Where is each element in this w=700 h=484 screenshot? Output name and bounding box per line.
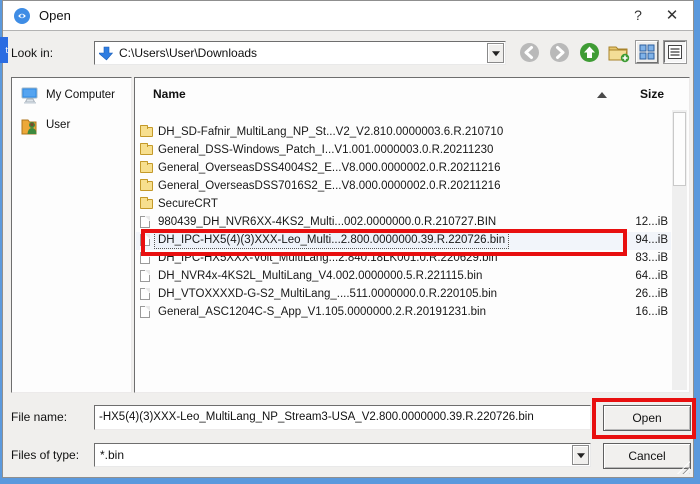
column-header-name[interactable]: Name [153,87,186,101]
file-row-name: SecureCRT [158,198,218,210]
folder-icon [140,197,153,209]
file-row[interactable]: DH_VTOXXXXD-G-S2_MultiLang_....511.00000… [136,286,671,304]
file-row[interactable]: DH_IPC-HX5XXX-Volt_MultiLang...2.840.18L… [136,250,671,268]
list-view-icon [668,45,682,59]
path-down-arrow-icon [97,46,114,66]
look-in-combobox[interactable]: C:\Users\User\Downloads [94,41,506,65]
folder-icon [140,143,153,155]
file-row-size: 94...iB [635,234,668,246]
folder-icon [140,179,153,191]
up-folder-icon[interactable] [579,42,600,63]
file-row-name: General_OverseasDSS4004S2_E...V8.000.000… [158,162,501,174]
cancel-button[interactable]: Cancel [603,443,691,469]
file-row[interactable]: DH_SD-Fafnir_MultiLang_NP_St...V2_V2.810… [136,124,671,142]
file-row-name: DH_IPC-HX5(4)(3)XXX-Leo_Multi...2.800.00… [153,232,510,249]
file-list-panel: Name Size DH_SD-Fafnir_MultiLang_NP_St..… [134,77,690,393]
open-dialog: Open ? ✕ Look in: C:\Users\User\Download… [2,0,694,478]
titlebar[interactable]: Open ? ✕ [3,1,693,31]
folder-icon [140,161,153,173]
close-icon[interactable]: ✕ [657,1,687,30]
detail-view-button[interactable] [664,41,686,63]
look-in-dropdown-button[interactable] [487,43,504,63]
icon-view-button[interactable] [636,41,658,63]
open-button[interactable]: Open [603,405,691,431]
vertical-scrollbar[interactable] [672,110,687,390]
file-row-name: General_DSS-Windows_Patch_I...V1.001.000… [158,144,494,156]
file-row[interactable]: General_OverseasDSS7016S2_E...V8.000.000… [136,178,671,196]
window-title: Open [39,8,71,23]
file-row[interactable]: General_OverseasDSS4004S2_E...V8.000.000… [136,160,671,178]
file-row[interactable]: 980439_DH_NVR6XX-4KS2_Multi...002.000000… [136,214,671,232]
forward-icon[interactable] [549,42,570,63]
file-row-size: 12...iB [635,216,668,228]
file-row-name: DH_IPC-HX5XXX-Volt_MultiLang...2.840.18L… [158,252,498,264]
file-row[interactable]: SecureCRT [136,196,671,214]
file-row-name: DH_SD-Fafnir_MultiLang_NP_St...V2_V2.810… [158,126,504,138]
background-window-tab: t [0,37,8,63]
file-row[interactable]: General_ASC1204C-S_App_V1.105.0000000.2.… [136,304,671,322]
file-name-input[interactable]: -HX5(4)(3)XXX-Leo_MultiLang_NP_Stream3-U… [94,405,591,430]
screen: { "window": { "title": "Open", "help_but… [0,0,700,484]
back-icon[interactable] [519,42,540,63]
file-row[interactable]: DH_NVR4x-4KS2L_MultiLang_V4.002.0000000.… [136,268,671,286]
sidebar-item-user[interactable]: User [12,114,131,138]
files-of-type-label: Files of type: [11,448,80,462]
new-folder-icon[interactable] [607,42,630,63]
sidebar-item-label: User [46,119,71,131]
file-icon [140,288,150,300]
sort-ascending-icon[interactable] [597,92,607,98]
sidebar-item-my-computer[interactable]: My Computer [12,84,131,108]
file-row-size: 64...iB [635,270,668,282]
file-name-label: File name: [11,410,68,424]
files-of-type-combobox[interactable]: *.bin [94,443,591,467]
file-row-name: DH_VTOXXXXD-G-S2_MultiLang_....511.00000… [158,288,498,300]
chevron-down-icon [491,51,500,57]
look-in-path: C:\Users\User\Downloads [119,46,258,60]
file-icon [140,306,150,318]
computer-icon [20,87,40,104]
file-icon [140,270,150,282]
file-row-size: 83...iB [635,252,668,264]
scrollbar-thumb[interactable] [673,112,686,186]
sidebar-item-label: My Computer [46,89,116,101]
file-row[interactable]: DH_IPC-HX5(4)(3)XXX-Leo_Multi...2.800.00… [136,232,671,250]
file-row-name: General_ASC1204C-S_App_V1.105.0000000.2.… [158,306,487,318]
chevron-down-icon [576,453,585,459]
file-row-size: 26...iB [635,288,668,300]
files-of-type-dropdown-button[interactable] [572,445,589,465]
folder-icon [140,125,153,137]
grid-view-icon [639,44,655,60]
file-row-name: 980439_DH_NVR6XX-4KS2_Multi...002.000000… [158,216,497,228]
help-button[interactable]: ? [623,1,653,30]
user-folder-icon [20,117,40,135]
files-of-type-value: *.bin [100,448,125,462]
file-icon [140,216,150,228]
file-icon [140,252,150,264]
file-row-name: DH_NVR4x-4KS2L_MultiLang_V4.002.0000000.… [158,270,483,282]
file-row-name: General_OverseasDSS7016S2_E...V8.000.000… [158,180,501,192]
file-list-rows: DH_SD-Fafnir_MultiLang_NP_St...V2_V2.810… [136,124,671,322]
file-row-size: 16...iB [635,306,668,318]
app-icon [14,8,30,24]
column-header-size[interactable]: Size [640,87,664,101]
file-row[interactable]: General_DSS-Windows_Patch_I...V1.001.000… [136,142,671,160]
look-in-label: Look in: [11,46,54,60]
file-icon [140,234,150,246]
places-sidebar: My Computer User [11,77,132,393]
